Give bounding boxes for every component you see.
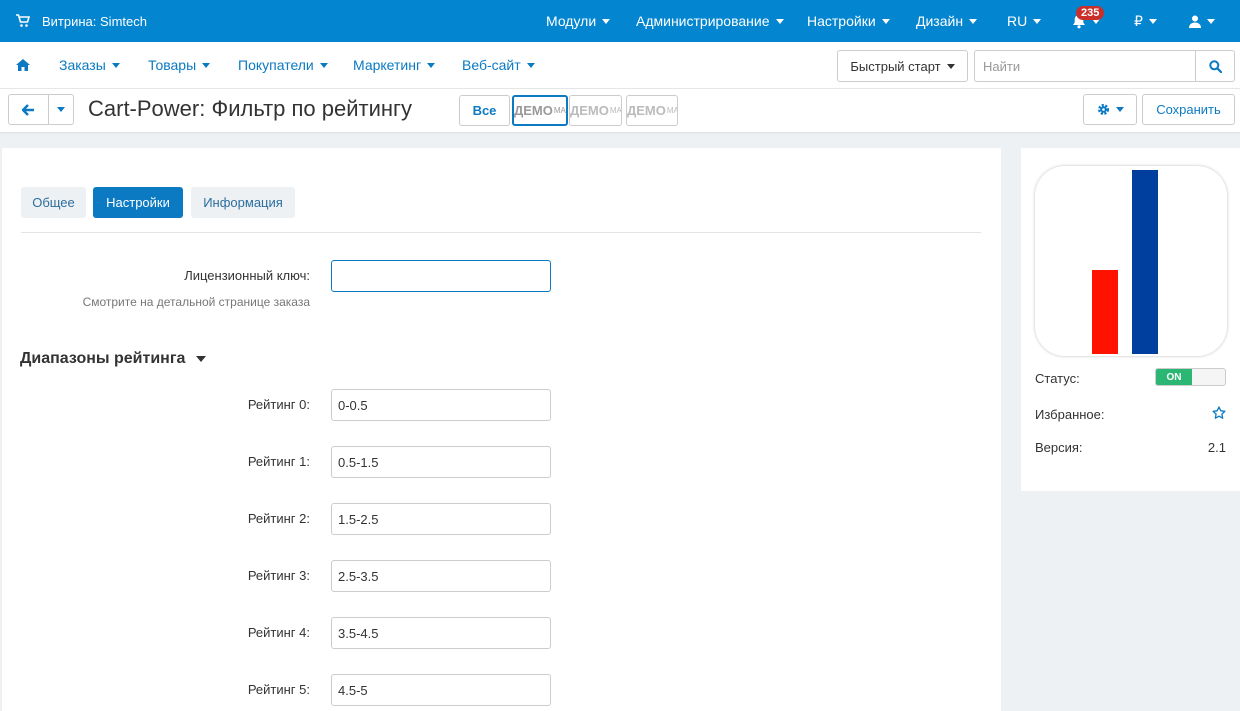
- status-label: Статус:: [1035, 371, 1080, 386]
- settings-dropdown-button[interactable]: [1083, 94, 1137, 125]
- tabs-divider: [21, 232, 981, 233]
- chevron-down-icon: [602, 18, 611, 24]
- search-icon: [1208, 59, 1222, 73]
- chevron-down-icon: [969, 18, 978, 24]
- addon-logo: [1035, 166, 1227, 356]
- license-key-input[interactable]: [331, 260, 551, 292]
- rating-1-label: Рейтинг 1:: [247, 454, 310, 469]
- rating-4-label: Рейтинг 4:: [247, 625, 310, 640]
- cart-icon: [16, 14, 30, 27]
- back-history-dropdown[interactable]: [48, 94, 74, 125]
- back-button[interactable]: [8, 94, 49, 125]
- user-menu[interactable]: [1189, 0, 1215, 42]
- gear-icon: [1097, 104, 1109, 115]
- rating-0-label: Рейтинг 0:: [247, 397, 310, 412]
- menu-modules[interactable]: Модули: [546, 0, 611, 42]
- chevron-down-icon: [319, 62, 328, 68]
- license-key-hint: Смотрите на детальной странице заказа: [82, 295, 310, 309]
- all-storefronts-button[interactable]: Все: [459, 95, 510, 126]
- nav-orders[interactable]: Заказы: [59, 42, 120, 88]
- tab-settings[interactable]: Настройки: [93, 187, 183, 218]
- rating-ranges-title: Диапазоны рейтинга: [20, 350, 186, 367]
- version-value: 2.1: [1207, 440, 1226, 455]
- top-bar: Витрина: Simtech Модули Администрировани…: [0, 0, 1240, 42]
- home-icon: [16, 59, 30, 71]
- chevron-down-icon: [202, 62, 211, 68]
- storefront-selector[interactable]: Витрина: Simtech: [16, 0, 147, 42]
- rating-ranges-toggle[interactable]: Диапазоны рейтинга: [20, 350, 207, 368]
- rating-0-input[interactable]: [331, 389, 551, 421]
- chevron-down-icon: [111, 62, 120, 68]
- storefront-demo-1[interactable]: ДЕМО MA: [512, 95, 568, 126]
- rating-5-label: Рейтинг 5:: [247, 682, 310, 697]
- nav-customers[interactable]: Покупатели: [238, 42, 328, 88]
- rating-4-input[interactable]: [331, 617, 551, 649]
- rating-1-input[interactable]: [331, 446, 551, 478]
- storefront-demo-3[interactable]: ДЕМО MA: [626, 95, 678, 126]
- favorite-label: Избранное:: [1035, 407, 1105, 422]
- search-input[interactable]: [974, 50, 1196, 82]
- star-icon[interactable]: [1212, 406, 1226, 420]
- rating-3-input[interactable]: [331, 560, 551, 592]
- chevron-down-icon: [1207, 18, 1215, 24]
- status-toggle[interactable]: ON: [1155, 368, 1226, 386]
- nav-products[interactable]: Товары: [148, 42, 211, 88]
- chevron-down-icon: [1033, 18, 1042, 24]
- rating-2-input[interactable]: [331, 503, 551, 535]
- chevron-down-icon: [881, 18, 890, 24]
- nav-marketing[interactable]: Маркетинг: [353, 42, 436, 88]
- arrow-left-icon: [22, 103, 34, 116]
- home-link[interactable]: [16, 42, 30, 88]
- rating-2-label: Рейтинг 2:: [247, 511, 310, 526]
- chevron-down-icon: [1115, 107, 1124, 112]
- menu-language[interactable]: RU: [1007, 0, 1042, 42]
- chevron-down-icon: [57, 107, 65, 112]
- license-key-label: Лицензионный ключ:: [184, 268, 310, 283]
- storefront-demo-2[interactable]: ДЕМО MA: [569, 95, 622, 126]
- rating-3-label: Рейтинг 3:: [247, 568, 310, 583]
- menu-administration[interactable]: Администрирование: [636, 0, 784, 42]
- save-button[interactable]: Сохранить: [1142, 94, 1235, 125]
- version-label: Версия:: [1035, 440, 1083, 455]
- nav-website[interactable]: Веб-сайт: [462, 42, 535, 88]
- chevron-down-icon: [1148, 18, 1157, 24]
- menu-settings[interactable]: Настройки: [807, 0, 890, 42]
- user-icon: [1189, 15, 1201, 28]
- quick-start-button[interactable]: Быстрый старт: [837, 50, 968, 82]
- storefront-label: Витрина: Simtech: [42, 13, 147, 29]
- tab-information[interactable]: Информация: [191, 187, 295, 218]
- page-title: Cart-Power: Фильтр по рейтингу: [88, 96, 413, 121]
- chevron-down-icon: [427, 62, 436, 68]
- chevron-down-icon: [526, 62, 535, 68]
- menu-currency[interactable]: ₽: [1134, 0, 1157, 42]
- rating-5-input[interactable]: [331, 674, 551, 706]
- search-button[interactable]: [1195, 50, 1235, 82]
- chevron-down-icon: [775, 18, 784, 24]
- bar-chart-logo-icon: [1092, 170, 1158, 354]
- status-toggle-on: ON: [1156, 369, 1192, 385]
- notifications-count-badge: 235: [1076, 6, 1105, 20]
- chevron-down-icon: [946, 63, 955, 69]
- menu-design[interactable]: Дизайн: [916, 0, 978, 42]
- chevron-down-icon: [196, 356, 207, 362]
- tab-general[interactable]: Общее: [21, 187, 86, 218]
